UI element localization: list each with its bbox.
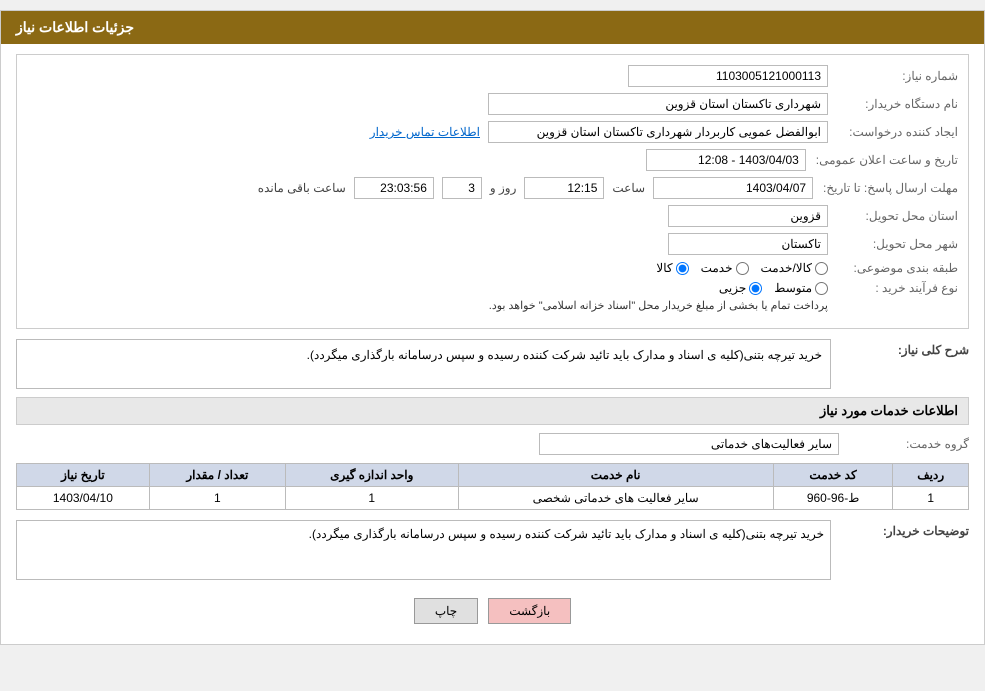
buyer-label: نام دستگاه خریدار:	[828, 97, 958, 111]
city-value: تاکستان	[668, 233, 828, 255]
process-label: نوع فرآیند خرید :	[828, 281, 958, 295]
process-motavaset-label: متوسط	[774, 281, 812, 295]
process-jozi-item: جزیی	[719, 281, 762, 295]
category-khedmat-radio[interactable]	[736, 262, 749, 275]
col-date: تاریخ نیاز	[17, 464, 150, 487]
process-motavaset-radio[interactable]	[815, 282, 828, 295]
group-value: سایر فعالیت‌های خدماتی	[539, 433, 839, 455]
category-label: طبقه بندی موضوعی:	[828, 261, 958, 275]
province-label: استان محل تحویل:	[828, 209, 958, 223]
col-name: نام خدمت	[458, 464, 773, 487]
back-button[interactable]: بازگشت	[488, 598, 571, 624]
services-title: اطلاعات خدمات مورد نیاز	[16, 397, 969, 425]
buttons-row: بازگشت چاپ	[16, 588, 969, 634]
category-kala-radio[interactable]	[676, 262, 689, 275]
contact-link[interactable]: اطلاعات تماس خریدار	[370, 125, 480, 139]
shenumber-value: 1103005121000113	[628, 65, 828, 87]
deadline-days: 3	[442, 177, 482, 199]
creator-value: ابوالفضل عمویی کاربردار شهرداری تاکستان …	[488, 121, 828, 143]
table-cell: 1	[149, 487, 285, 510]
deadline-remaining-label: ساعت باقی مانده	[258, 181, 346, 195]
page-header: جزئیات اطلاعات نیاز	[1, 11, 984, 44]
announcement-label: تاریخ و ساعت اعلان عمومی:	[806, 153, 958, 167]
announcement-value: 1403/04/03 - 12:08	[646, 149, 806, 171]
deadline-time: 12:15	[524, 177, 604, 199]
shenumber-label: شماره نیاز:	[828, 69, 958, 83]
deadline-date: 1403/04/07	[653, 177, 813, 199]
city-label: شهر محل تحویل:	[828, 237, 958, 251]
col-code: کد خدمت	[773, 464, 893, 487]
deadline-day-label: روز و	[490, 181, 517, 195]
table-cell: 1	[285, 487, 458, 510]
category-khedmat-label: خدمت	[701, 261, 733, 275]
buyer-desc-label: توضیحات خریدار:	[839, 520, 969, 538]
category-kala-khedmat-item: کالا/خدمت	[761, 261, 828, 275]
process-jozi-radio[interactable]	[749, 282, 762, 295]
deadline-label: مهلت ارسال پاسخ: تا تاریخ:	[813, 181, 958, 195]
process-desc: پرداخت تمام یا بخشی از مبلغ خریدار محل "…	[489, 299, 828, 312]
services-table: ردیف کد خدمت نام خدمت واحد اندازه گیری ت…	[16, 463, 969, 510]
deadline-time-label: ساعت	[612, 181, 645, 195]
table-row: 1ط-96-960سایر فعالیت های خدماتی شخصی1114…	[17, 487, 969, 510]
process-motavaset-item: متوسط	[774, 281, 828, 295]
sherh-label: شرح کلی نیاز:	[839, 339, 969, 357]
category-kala-khedmat-label: کالا/خدمت	[761, 261, 812, 275]
table-cell: سایر فعالیت های خدماتی شخصی	[458, 487, 773, 510]
table-cell: ط-96-960	[773, 487, 893, 510]
col-qty: تعداد / مقدار	[149, 464, 285, 487]
col-row: ردیف	[893, 464, 969, 487]
buyer-value: شهرداری تاکستان استان قزوین	[488, 93, 828, 115]
province-value: قزوین	[668, 205, 828, 227]
page-title: جزئیات اطلاعات نیاز	[16, 19, 134, 35]
deadline-remaining: 23:03:56	[354, 177, 434, 199]
process-jozi-label: جزیی	[719, 281, 746, 295]
services-table-container: ردیف کد خدمت نام خدمت واحد اندازه گیری ت…	[16, 463, 969, 510]
group-label: گروه خدمت:	[839, 437, 969, 451]
table-cell: 1403/04/10	[17, 487, 150, 510]
category-kala-item: کالا	[656, 261, 688, 275]
sherh-value: خرید تیرچه بتنی(کلیه ی اسناد و مدارک بای…	[16, 339, 831, 389]
creator-label: ایجاد کننده درخواست:	[828, 125, 958, 139]
category-khedmat-item: خدمت	[701, 261, 749, 275]
category-kala-label: کالا	[656, 261, 672, 275]
buyer-desc-value: خرید تیرچه بتنی(کلیه ی اسناد و مدارک بای…	[16, 520, 831, 580]
print-button[interactable]: چاپ	[414, 598, 478, 624]
table-cell: 1	[893, 487, 969, 510]
process-radio-group: متوسط جزیی	[489, 281, 828, 295]
category-kala-khedmat-radio[interactable]	[815, 262, 828, 275]
category-radio-group: کالا/خدمت خدمت کالا	[656, 261, 828, 275]
col-unit: واحد اندازه گیری	[285, 464, 458, 487]
